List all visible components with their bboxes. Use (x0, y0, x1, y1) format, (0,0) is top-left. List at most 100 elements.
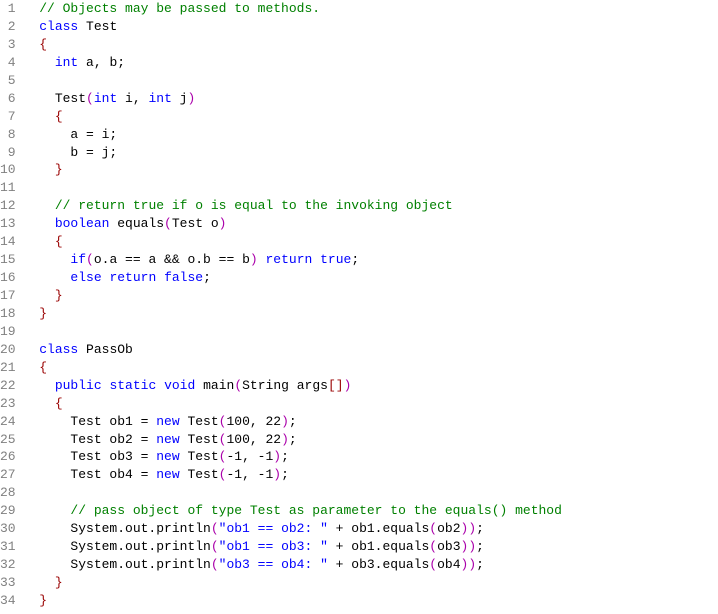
token-plain (24, 37, 40, 52)
token-plain (156, 378, 164, 393)
token-plain: String args (242, 378, 328, 393)
token-plain: -1, -1 (226, 449, 273, 464)
token-plain: PassOb (78, 342, 133, 357)
token-plain (24, 575, 55, 590)
token-plain: Test (180, 467, 219, 482)
code-line (24, 484, 718, 502)
token-plain (24, 109, 55, 124)
code-body: // Objects may be passed to methods. cla… (24, 0, 718, 610)
code-line: { (24, 36, 718, 54)
token-paren: ) (250, 252, 258, 267)
line-number: 7 (0, 108, 16, 126)
token-plain: Test ob4 = (24, 467, 157, 482)
token-paren: ) (281, 414, 289, 429)
token-plain: Test ob1 = (24, 414, 157, 429)
token-paren: ) (281, 432, 289, 447)
token-plain: + ob3.equals (328, 557, 429, 572)
code-line: Test(int i, int j) (24, 90, 718, 108)
code-line: System.out.println("ob3 == ob4: " + ob3.… (24, 556, 718, 574)
line-number: 24 (0, 413, 16, 431)
code-line: } (24, 592, 718, 610)
line-number: 8 (0, 126, 16, 144)
line-number: 25 (0, 431, 16, 449)
code-line: { (24, 359, 718, 377)
code-line: // Objects may be passed to methods. (24, 0, 718, 18)
token-keyword: int (55, 55, 78, 70)
token-paren: ) (273, 449, 281, 464)
token-plain (24, 252, 71, 267)
line-number: 15 (0, 251, 16, 269)
token-string: "ob1 == ob3: " (219, 539, 328, 554)
token-plain: j (172, 91, 188, 106)
token-brace: { (39, 360, 47, 375)
token-paren: ) (219, 216, 227, 231)
token-string: "ob1 == ob2: " (219, 521, 328, 536)
token-plain (24, 162, 55, 177)
line-number: 26 (0, 448, 16, 466)
token-plain: Test ob3 = (24, 449, 157, 464)
token-comment: // pass object of type Test as parameter… (70, 503, 561, 518)
token-plain (312, 252, 320, 267)
code-line: System.out.println("ob1 == ob2: " + ob1.… (24, 520, 718, 538)
token-brace: } (55, 575, 63, 590)
token-plain: + ob1.equals (328, 521, 429, 536)
token-paren: ) (273, 467, 281, 482)
code-line: class PassOb (24, 341, 718, 359)
line-number: 22 (0, 377, 16, 395)
token-plain: ; (281, 467, 289, 482)
token-keyword: return (266, 252, 313, 267)
line-number: 21 (0, 359, 16, 377)
token-paren: ( (211, 539, 219, 554)
token-paren: ( (234, 378, 242, 393)
token-plain: a = i; (24, 127, 118, 142)
token-keyword: new (156, 432, 179, 447)
token-plain (24, 593, 40, 608)
code-line (24, 323, 718, 341)
token-keyword: if (70, 252, 86, 267)
line-number: 10 (0, 161, 16, 179)
token-paren: ( (211, 521, 219, 536)
token-keyword: class (39, 342, 78, 357)
token-keyword: else (70, 270, 101, 285)
line-number: 18 (0, 305, 16, 323)
token-brace: } (55, 162, 63, 177)
line-number: 5 (0, 72, 16, 90)
token-plain: System.out.println (24, 557, 211, 572)
token-keyword: new (156, 467, 179, 482)
token-plain (24, 503, 71, 518)
token-keyword: false (164, 270, 203, 285)
token-keyword: int (94, 91, 117, 106)
token-plain: main (195, 378, 234, 393)
token-paren: ( (429, 539, 437, 554)
line-number: 19 (0, 323, 16, 341)
line-number: 27 (0, 466, 16, 484)
token-paren: )) (461, 539, 477, 554)
token-plain (24, 270, 71, 285)
token-brace: { (55, 109, 63, 124)
token-brace: } (39, 593, 47, 608)
token-plain: Test ob2 = (24, 432, 157, 447)
token-keyword: void (164, 378, 195, 393)
code-line: Test ob4 = new Test(-1, -1); (24, 466, 718, 484)
token-plain (24, 306, 40, 321)
code-line: Test ob2 = new Test(100, 22); (24, 431, 718, 449)
line-number: 17 (0, 287, 16, 305)
token-plain: ob2 (437, 521, 460, 536)
token-plain (24, 360, 40, 375)
token-plain: Test o (172, 216, 219, 231)
token-paren: ( (86, 252, 94, 267)
token-keyword: int (148, 91, 171, 106)
token-keyword: true (320, 252, 351, 267)
token-brace: } (55, 288, 63, 303)
token-plain: ; (476, 539, 484, 554)
line-number-gutter: 1 2 3 4 5 6 7 8 910111213141516171819202… (0, 0, 24, 610)
token-brace: } (39, 306, 47, 321)
token-paren: ( (429, 521, 437, 536)
line-number: 16 (0, 269, 16, 287)
code-line: { (24, 233, 718, 251)
token-keyword: new (156, 449, 179, 464)
token-plain (24, 1, 40, 16)
line-number: 30 (0, 520, 16, 538)
token-plain: ; (289, 432, 297, 447)
token-brace: { (55, 396, 63, 411)
